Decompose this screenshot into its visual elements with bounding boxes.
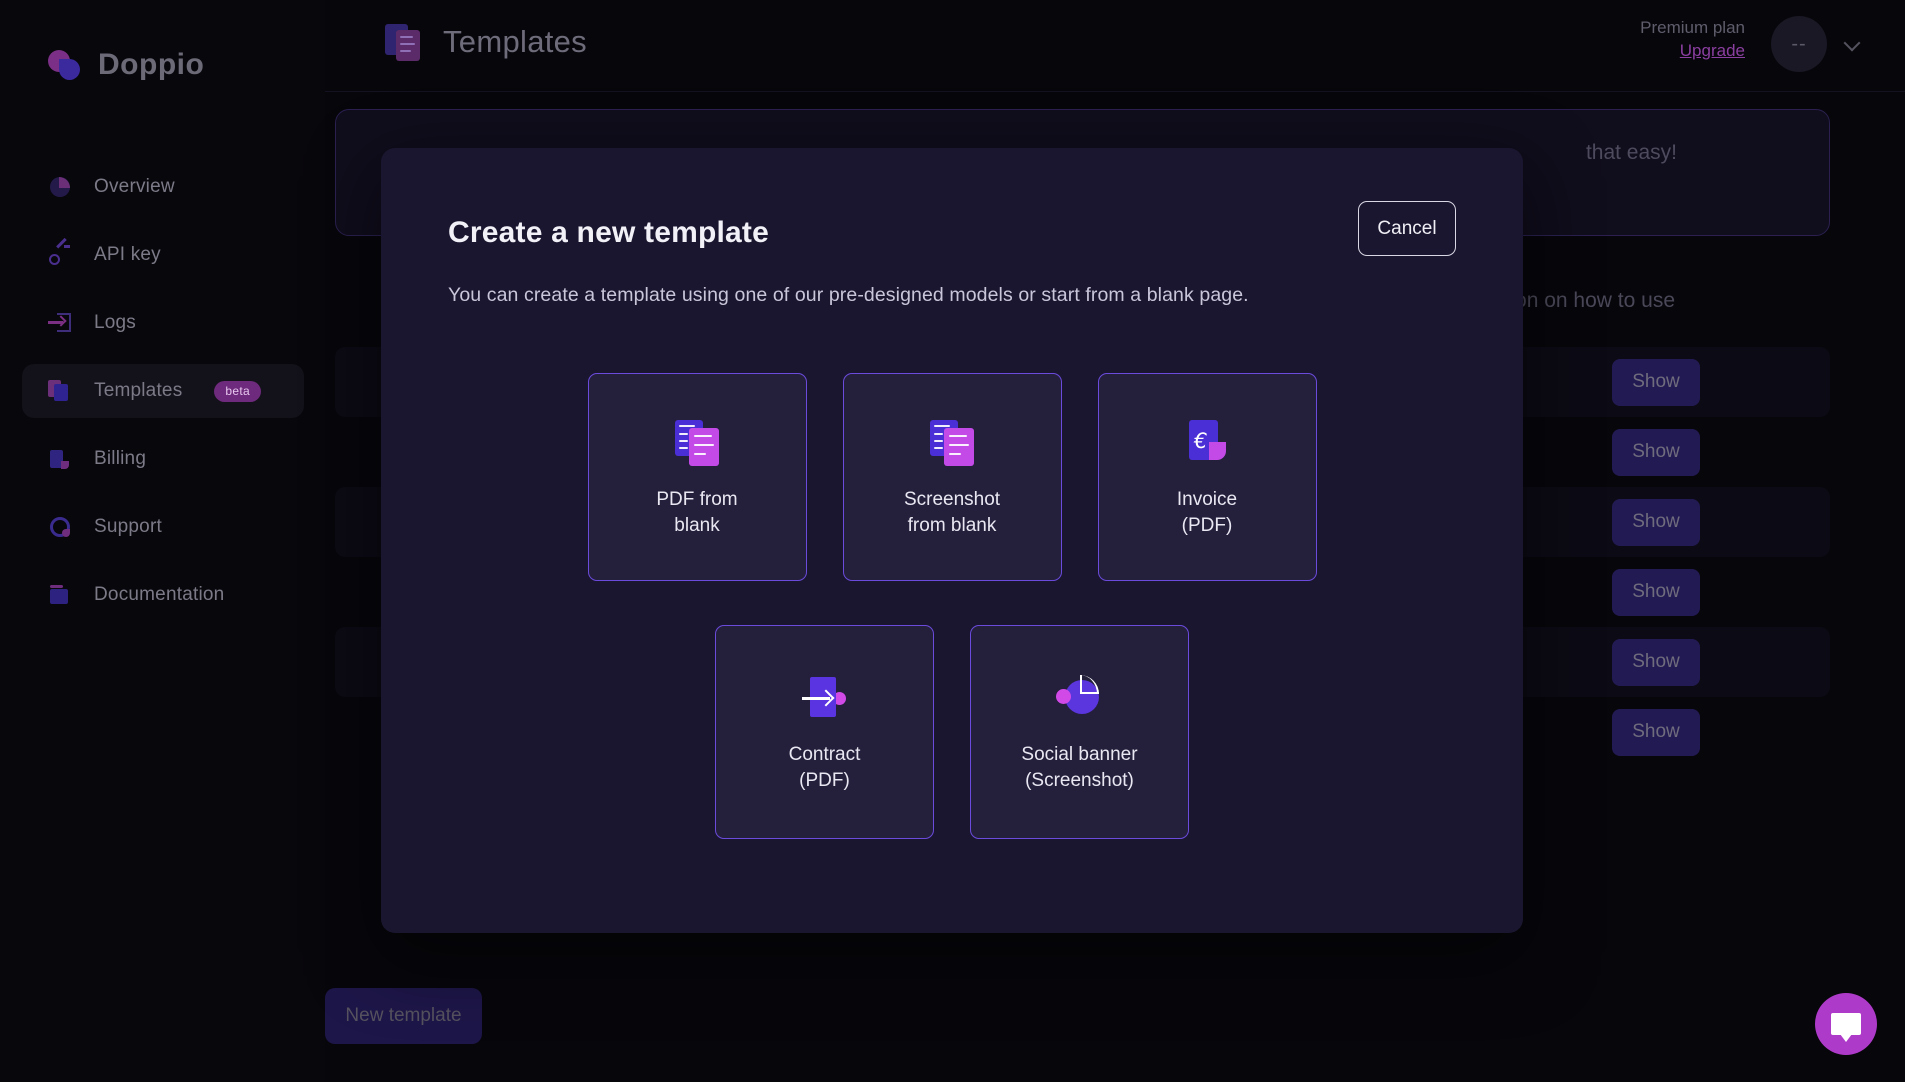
show-button[interactable]: Show [1612, 428, 1700, 476]
show-button[interactable]: Show [1612, 568, 1700, 616]
sidebar-item-label: Templates [94, 380, 183, 401]
modal-description: You can create a template using one of o… [448, 284, 1249, 306]
sidebar-item-overview[interactable]: Overview [22, 160, 304, 214]
topbar: Templates Premium plan Upgrade -- [325, 0, 1905, 92]
chat-bubble-icon [1831, 1013, 1861, 1042]
page-header: Templates [385, 22, 587, 62]
brand-name: Doppio [98, 48, 205, 81]
chat-button[interactable] [1815, 993, 1877, 1055]
sidebar-item-logs[interactable]: Logs [22, 296, 304, 350]
sidebar-item-documentation[interactable]: Documentation [22, 568, 304, 622]
sidebar-item-billing[interactable]: Billing [22, 432, 304, 486]
key-icon [48, 237, 72, 267]
templates-icon [385, 22, 423, 62]
promo-text: that easy! [1585, 141, 1677, 164]
template-card-label: Screenshot from blank [903, 489, 1001, 536]
plan-info: Premium plan Upgrade [1640, 18, 1745, 61]
cancel-button[interactable]: Cancel [1358, 201, 1456, 256]
plan-name: Premium plan [1640, 18, 1745, 37]
avatar-initials: -- [1791, 32, 1807, 55]
template-card-invoice-pdf[interactable]: € Invoice (PDF) [1097, 373, 1317, 581]
invoice-euro-icon: € [1185, 415, 1229, 469]
documents-icon [930, 415, 974, 469]
page-title: Templates [443, 24, 587, 59]
show-button[interactable]: Show [1612, 498, 1700, 546]
support-icon [48, 515, 72, 539]
template-card-label: PDF from blank [656, 489, 738, 536]
modal-title: Create a new template [448, 216, 769, 249]
template-card-contract-pdf[interactable]: Contract (PDF) [715, 625, 934, 839]
show-button[interactable]: Show [1612, 638, 1700, 686]
sidebar-item-api-key[interactable]: API key [22, 228, 304, 282]
documentation-icon [48, 583, 72, 607]
logs-icon [48, 311, 72, 335]
beta-badge: beta [214, 380, 261, 402]
avatar[interactable]: -- [1771, 16, 1827, 72]
sidebar-item-label: API key [94, 244, 161, 265]
show-button[interactable]: Show [1612, 708, 1700, 756]
show-button[interactable]: Show [1612, 358, 1700, 406]
brand[interactable]: Doppio [48, 48, 204, 82]
sidebar-nav: Overview API key Logs Templates beta Bil… [22, 160, 304, 636]
template-card-row-2: Contract (PDF) Social banner (Screenshot) [381, 625, 1523, 839]
new-template-button[interactable]: New template [325, 988, 482, 1044]
documents-icon [675, 415, 719, 469]
contract-arrow-icon [801, 670, 848, 724]
template-card-label: Social banner (Screenshot) [1021, 744, 1138, 791]
sidebar: Doppio Overview API key Logs Templates b… [0, 0, 325, 1082]
chevron-down-icon[interactable] [1843, 34, 1861, 52]
template-card-row-1: PDF from blank Screenshot from blank € I… [381, 373, 1523, 581]
template-card-label: Invoice (PDF) [1176, 489, 1238, 536]
template-card-screenshot-from-blank[interactable]: Screenshot from blank [842, 373, 1062, 581]
sidebar-item-support[interactable]: Support [22, 500, 304, 554]
doppio-logo-icon [48, 48, 82, 82]
template-card-label: Contract (PDF) [788, 744, 861, 791]
pie-chart-icon [48, 175, 72, 199]
app-root: Doppio Overview API key Logs Templates b… [0, 0, 1905, 1082]
sidebar-item-label: Overview [94, 176, 175, 197]
sidebar-item-templates[interactable]: Templates beta [22, 364, 304, 418]
social-banner-icon [1055, 670, 1105, 724]
templates-icon [48, 379, 72, 403]
sidebar-item-label: Billing [94, 448, 147, 469]
template-card-pdf-from-blank[interactable]: PDF from blank [587, 373, 807, 581]
billing-icon [48, 447, 72, 471]
sidebar-item-label: Logs [94, 312, 137, 333]
sidebar-item-label: Support [94, 516, 162, 537]
create-template-modal: Create a new template Cancel You can cre… [381, 148, 1523, 933]
template-card-social-banner-screenshot[interactable]: Social banner (Screenshot) [970, 625, 1189, 839]
template-card-grid: PDF from blank Screenshot from blank € I… [381, 373, 1523, 839]
sidebar-item-label: Documentation [94, 584, 225, 605]
upgrade-link[interactable]: Upgrade [1680, 41, 1745, 61]
